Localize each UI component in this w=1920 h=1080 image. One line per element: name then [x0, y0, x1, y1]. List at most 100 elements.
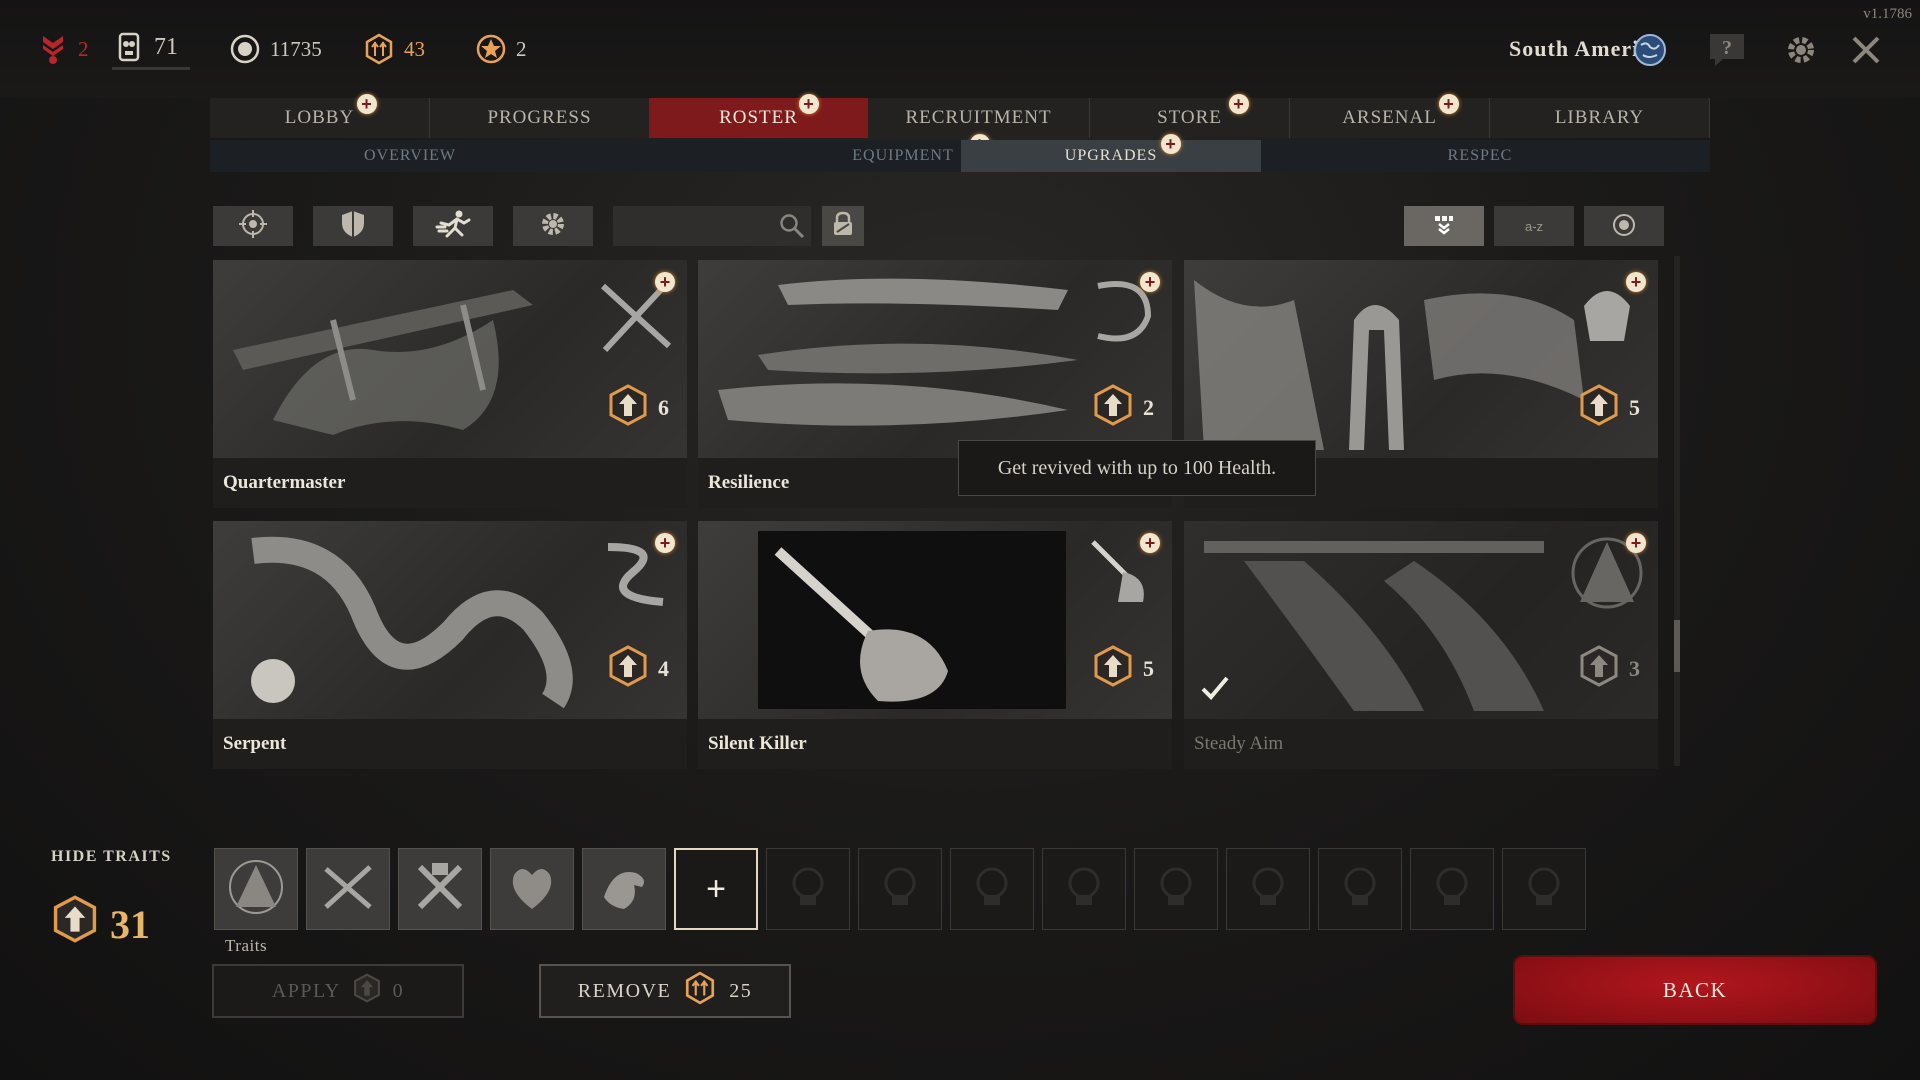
empty-trait-slot[interactable]	[1502, 848, 1586, 930]
tab-label: PROGRESS	[487, 107, 592, 128]
trait-cost: 3	[1579, 645, 1640, 693]
trait-slot[interactable]	[582, 848, 666, 930]
tool-trait-icon	[410, 857, 470, 922]
tab-arsenal[interactable]: ARSENAL +	[1290, 94, 1490, 138]
remove-button[interactable]: REMOVE 25	[539, 964, 791, 1018]
empty-trait-slot[interactable]	[858, 848, 942, 930]
trait-cost: 2	[1093, 384, 1154, 432]
trait-card-steady-aim[interactable]: + 3 Steady Aim	[1184, 521, 1658, 769]
empty-trait-slot[interactable]	[766, 848, 850, 930]
trait-name: Quartermaster	[223, 472, 346, 493]
tab-label: LIBRARY	[1554, 107, 1645, 128]
empty-trait-slot[interactable]	[1318, 848, 1402, 930]
filter-movement-button[interactable]	[413, 206, 493, 246]
rank-resource: 2	[36, 28, 89, 70]
upgrade-point-icon	[608, 384, 648, 432]
settings-icon[interactable]	[1781, 30, 1821, 70]
empty-trait-slot[interactable]	[1410, 848, 1494, 930]
trait-cost-value: 5	[1629, 395, 1640, 420]
apply-label: APPLY	[271, 979, 341, 1002]
notification-badge: +	[1626, 533, 1646, 553]
hide-traits-toggle[interactable]: HIDE TRAITS	[51, 848, 172, 866]
tab-label: RECRUITMENT	[905, 107, 1052, 128]
add-trait-slot[interactable]: +	[674, 848, 758, 930]
tab-label: STORE	[1157, 107, 1222, 128]
tab-label: LOBBY	[284, 107, 355, 128]
help-icon[interactable]: ?	[1707, 30, 1747, 70]
trait-slot[interactable]	[398, 848, 482, 930]
tab-library[interactable]: LIBRARY	[1490, 98, 1710, 138]
empty-trait-slot[interactable]	[950, 848, 1034, 930]
upgrade-point-icon	[1579, 384, 1619, 432]
trait-slot[interactable]	[490, 848, 574, 930]
blood-bond-value: 43	[404, 36, 425, 61]
sub-tabs: OVERVIEW EQUIPMENT + UPGRADES + RESPEC	[210, 134, 1710, 172]
skull-placeholder-icon	[1340, 865, 1380, 914]
gear-icon	[539, 210, 567, 243]
notification-badge: +	[357, 94, 377, 114]
trait-card-serpent[interactable]: + 4 Serpent	[213, 521, 687, 769]
subtab-upgrades[interactable]: UPGRADES +	[961, 134, 1261, 172]
trait-name: Steady Aim	[1194, 733, 1284, 754]
back-label: BACK	[1662, 977, 1728, 1002]
trait-cost-value: 6	[658, 395, 669, 420]
notification-badge: +	[1439, 94, 1459, 114]
search-input[interactable]	[613, 206, 811, 246]
lock-icon	[831, 210, 855, 243]
empty-trait-slot[interactable]	[1134, 848, 1218, 930]
subtab-label: EQUIPMENT	[852, 147, 954, 164]
skull-placeholder-icon	[1064, 865, 1104, 914]
tab-recruitment[interactable]: RECRUITMENT	[868, 98, 1090, 138]
notification-badge: +	[1229, 94, 1249, 114]
trait-cost: 5	[1093, 645, 1154, 693]
upgrade-points-value: 31	[110, 901, 150, 947]
sort-cost-button[interactable]	[1584, 206, 1664, 246]
quartermaster-trait-icon	[318, 857, 378, 922]
sort-label: a-z	[1524, 218, 1544, 234]
tab-roster[interactable]: ROSTER +	[650, 94, 868, 138]
hunt-dollar-icon	[228, 32, 262, 66]
subtab-overview[interactable]: OVERVIEW	[310, 140, 510, 172]
tab-store[interactable]: STORE +	[1090, 94, 1290, 138]
tab-lobby[interactable]: LOBBY +	[210, 94, 430, 138]
globe-icon[interactable]	[1630, 30, 1670, 70]
upgrade-point-icon	[52, 895, 98, 953]
main-tabs: LOBBY + PROGRESS ROSTER + RECRUITMENT ST…	[210, 94, 1710, 138]
shield-icon	[340, 209, 366, 244]
subtab-respec[interactable]: RESPEC	[1380, 140, 1580, 172]
cost-sort-icon	[1612, 213, 1636, 240]
tab-progress[interactable]: PROGRESS	[430, 98, 650, 138]
filter-defense-button[interactable]	[313, 206, 393, 246]
filter-offense-button[interactable]	[213, 206, 293, 246]
trait-slot[interactable]	[306, 848, 390, 930]
upgrade-point-icon	[353, 973, 381, 1009]
event-resource: 2	[474, 28, 527, 70]
trait-list-scrollbar[interactable]	[1674, 256, 1680, 766]
trait-card-quartermaster[interactable]: + 6 Quartermaster	[213, 260, 687, 508]
filter-utility-button[interactable]	[513, 206, 593, 246]
equipped-check-icon	[1200, 675, 1230, 706]
sort-alphabetical-button[interactable]: a-z	[1494, 206, 1574, 246]
crosshair-icon	[239, 209, 267, 243]
trait-tooltip: Get revived with up to 100 Health.	[958, 440, 1316, 496]
notification-badge: +	[1140, 533, 1160, 553]
empty-trait-slot[interactable]	[1226, 848, 1310, 930]
trait-name: Serpent	[223, 733, 287, 754]
empty-trait-slot[interactable]	[1042, 848, 1126, 930]
trait-card-silent-killer[interactable]: + 5 Silent Killer	[698, 521, 1172, 769]
trait-slot[interactable]	[214, 848, 298, 930]
skull-placeholder-icon	[788, 865, 828, 914]
apply-button[interactable]: APPLY 0	[212, 964, 464, 1018]
trait-cost-value: 5	[1143, 656, 1154, 681]
running-icon	[435, 209, 471, 244]
back-button[interactable]: BACK	[1513, 955, 1877, 1025]
close-icon[interactable]	[1846, 30, 1886, 70]
vulture-trait-icon	[594, 857, 654, 922]
skull-value: 71	[154, 34, 178, 60]
trait-name: Silent Killer	[708, 733, 807, 754]
scrollbar-thumb[interactable]	[1674, 620, 1680, 672]
lock-filter-button[interactable]	[822, 206, 864, 246]
upgrade-points: 31	[52, 895, 150, 953]
remove-label: REMOVE	[577, 979, 672, 1002]
sort-rank-button[interactable]	[1404, 206, 1484, 246]
